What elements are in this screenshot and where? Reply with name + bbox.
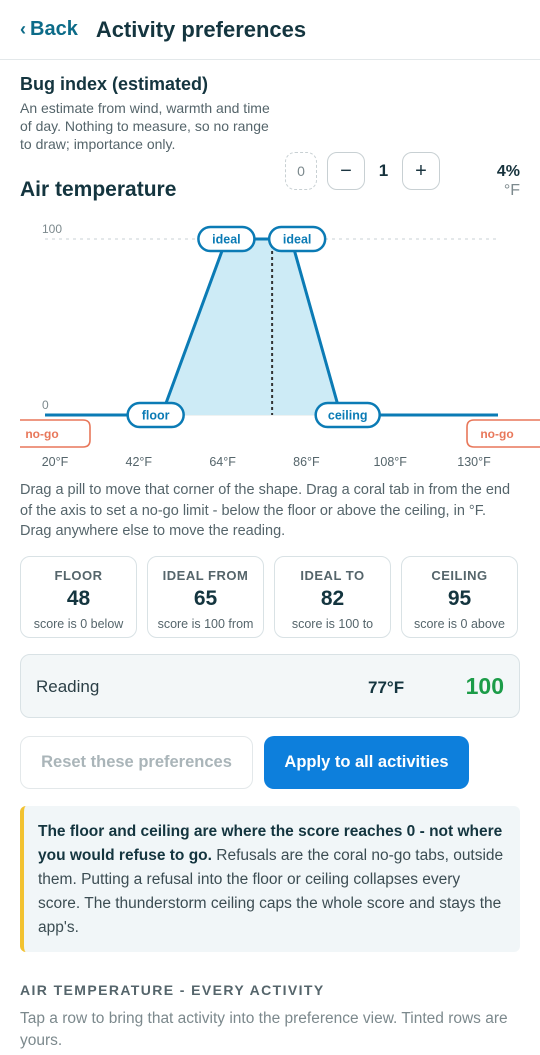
ideal-to-pill[interactable]: ideal — [267, 225, 327, 253]
card-label: FLOOR — [54, 568, 103, 583]
page-title: Activity preferences — [95, 16, 307, 42]
back-label: Back — [30, 18, 78, 40]
ideal-from-pill[interactable]: ideal — [197, 225, 256, 253]
x-tick-label: 64°F — [209, 455, 236, 469]
card-value: 48 — [66, 587, 91, 610]
ideal-to-card[interactable]: IDEAL TO 82 score is 100 to — [274, 556, 391, 638]
reading-score: 100 — [465, 673, 504, 699]
card-label: IDEAL FROM — [162, 568, 249, 583]
bug-index-percent: 4% — [496, 163, 520, 180]
apply-all-activities-button[interactable]: Apply to all activities — [264, 736, 469, 789]
card-subtext: score is 0 below — [33, 617, 124, 631]
floor-card[interactable]: FLOOR 48 score is 0 below — [20, 556, 137, 638]
floor-pill[interactable]: floor — [126, 401, 185, 429]
activity-list-description: Tap a row to bring that activity into th… — [20, 1010, 508, 1049]
ideal-from-pill-label: ideal — [212, 233, 241, 247]
no-go-tab-left-label: no-go — [25, 427, 58, 441]
air-temperature-title: Air temperature — [20, 178, 177, 201]
card-label: IDEAL TO — [300, 568, 365, 583]
floor-pill-label: floor — [142, 409, 170, 423]
chevron-left-icon: ‹ — [20, 19, 26, 39]
stepper-minus-button[interactable]: − — [327, 152, 365, 190]
card-label: CEILING — [431, 568, 488, 583]
no-go-tab-right[interactable]: no-go — [466, 419, 540, 448]
ceiling-pill[interactable]: ceiling — [314, 401, 381, 429]
importance-stepper: 0 − 1 + — [285, 152, 440, 190]
x-tick-label: 86°F — [293, 455, 320, 469]
stepper-plus-button[interactable]: + — [402, 152, 440, 190]
card-subtext: score is 0 above — [413, 617, 506, 631]
card-value: 82 — [320, 587, 345, 610]
x-tick-label: 108°F — [373, 455, 407, 469]
ideal-to-pill-label: ideal — [283, 233, 312, 247]
activity-list-heading: AIR TEMPERATURE - EVERY ACTIVITY — [20, 982, 325, 998]
reading-label: Reading — [36, 677, 100, 696]
threshold-cards: FLOOR 48 score is 0 below IDEAL FROM 65 … — [20, 556, 518, 638]
no-go-tab-left[interactable]: no-go — [20, 419, 91, 448]
stepper-value: 1 — [378, 161, 389, 180]
unit-label: °F — [503, 182, 520, 199]
bug-index-description: An estimate from wind, warmth and time o… — [20, 100, 270, 153]
card-subtext: score is 100 to — [291, 617, 374, 631]
no-go-tab-right-label: no-go — [480, 427, 513, 441]
x-axis-tick-labels: 20°F 42°F 64°F 86°F 108°F 130°F — [42, 455, 491, 469]
ideal-from-card[interactable]: IDEAL FROM 65 score is 100 from — [147, 556, 264, 638]
card-subtext: score is 100 from — [157, 617, 254, 631]
reading-temperature: 77°F — [368, 678, 405, 697]
x-tick-label: 20°F — [42, 455, 69, 469]
stepper-zero-button[interactable]: 0 — [285, 152, 317, 190]
x-tick-label: 42°F — [126, 455, 153, 469]
temperature-preference-chart[interactable]: 100 0 no-go no-go floor ideal ideal ceil… — [0, 215, 540, 473]
ceiling-pill-label: ceiling — [328, 409, 368, 423]
info-note: The floor and ceiling are where the scor… — [20, 806, 520, 952]
y-tick-label-100: 100 — [42, 222, 62, 236]
x-tick-label: 130°F — [457, 455, 491, 469]
chart-hint: Drag a pill to move that corner of the s… — [20, 482, 511, 540]
card-value: 95 — [447, 587, 472, 610]
reset-preferences-button[interactable]: Reset these preferences — [20, 736, 253, 789]
card-value: 65 — [193, 587, 218, 610]
back-button[interactable]: ‹ Back — [20, 18, 78, 41]
top-bar: ‹ Back Activity preferences — [0, 0, 540, 60]
reading-panel: Reading 77°F 100 — [20, 654, 520, 718]
y-tick-label-0: 0 — [42, 398, 49, 412]
preference-area — [161, 239, 341, 415]
bug-index-title: Bug index (estimated) — [20, 74, 209, 94]
ceiling-card[interactable]: CEILING 95 score is 0 above — [401, 556, 518, 638]
